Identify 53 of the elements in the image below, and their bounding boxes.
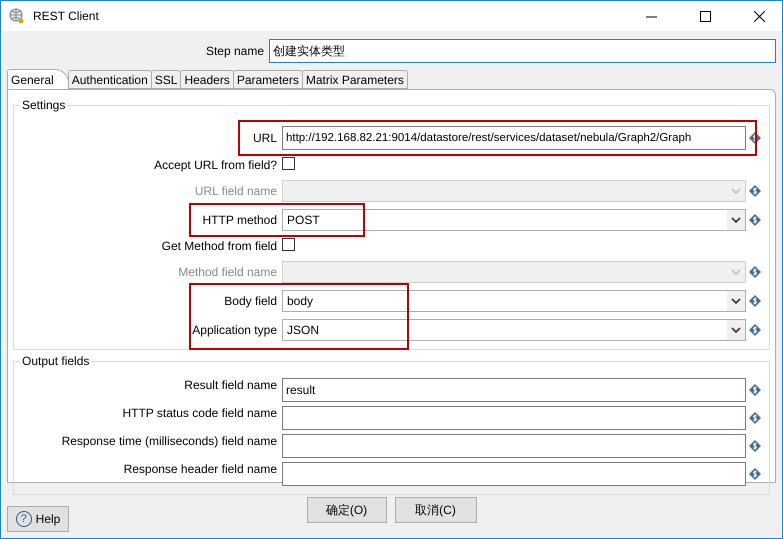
field-label: URL xyxy=(252,131,278,145)
variable-icon[interactable] xyxy=(749,266,761,278)
dropdown-field[interactable]: body xyxy=(282,290,746,312)
field-label: Accept URL from field? xyxy=(153,158,278,172)
variable-icon[interactable] xyxy=(749,440,761,452)
variable-icon[interactable] xyxy=(749,185,761,197)
tab[interactable]: Headers xyxy=(180,70,234,89)
checkbox[interactable] xyxy=(282,238,295,251)
tab[interactable]: Matrix Parameters xyxy=(302,70,408,89)
close-icon xyxy=(754,10,764,22)
window-title: REST Client xyxy=(33,9,100,23)
tab[interactable]: General xyxy=(7,69,69,89)
dialog-button[interactable]: 取消(C) xyxy=(394,497,476,523)
field-label: Method field name xyxy=(177,265,278,279)
text-field[interactable]: result xyxy=(282,378,746,402)
dialog-button[interactable]: 确定(O) xyxy=(306,497,386,523)
variable-icon[interactable] xyxy=(749,412,761,424)
field-label: Response header field name xyxy=(122,462,278,476)
dropdown-field[interactable]: JSON xyxy=(282,319,746,341)
dropdown-caret-icon[interactable] xyxy=(727,291,745,311)
maximize-icon xyxy=(700,10,710,22)
tab[interactable]: Authentication xyxy=(68,70,152,89)
group-title: Settings xyxy=(21,98,66,112)
dropdown-caret-icon[interactable] xyxy=(727,210,745,230)
field-label: Response time (milliseconds) field name xyxy=(60,434,278,448)
text-field[interactable] xyxy=(282,462,746,486)
field-label: HTTP method xyxy=(202,213,278,227)
step-name-field[interactable]: 创建实体类型 xyxy=(269,39,776,63)
dropdown-caret-icon[interactable] xyxy=(727,320,745,340)
field-label: Result field name xyxy=(183,378,278,392)
variable-icon[interactable] xyxy=(749,468,761,480)
field-label: Application type xyxy=(191,323,278,337)
variable-icon[interactable] xyxy=(749,295,761,307)
step-name-label: Step name xyxy=(204,44,265,58)
field-label: HTTP status code field name xyxy=(121,406,278,420)
tab[interactable]: SSL xyxy=(150,70,182,89)
help-button[interactable]: ? Help xyxy=(7,506,69,532)
text-field[interactable] xyxy=(282,406,746,430)
globe-icon xyxy=(9,8,25,24)
variable-icon[interactable] xyxy=(749,132,761,144)
variable-icon[interactable] xyxy=(749,214,761,226)
tab[interactable]: Parameters xyxy=(232,70,303,89)
field-label: URL field name xyxy=(194,184,278,198)
field-label: Body field xyxy=(223,294,278,308)
field-label: Get Method from field xyxy=(160,239,278,253)
help-icon: ? xyxy=(16,511,32,527)
checkbox[interactable] xyxy=(282,157,295,170)
variable-icon[interactable] xyxy=(749,324,761,336)
variable-icon[interactable] xyxy=(749,384,761,396)
group-title: Output fields xyxy=(21,354,90,368)
text-field[interactable] xyxy=(282,434,746,458)
url-field[interactable]: http://192.168.82.21:9014/datastore/rest/services/dataset/nebula/Graph2/Graph xyxy=(282,126,746,150)
dropdown-field[interactable]: POST xyxy=(282,209,746,231)
